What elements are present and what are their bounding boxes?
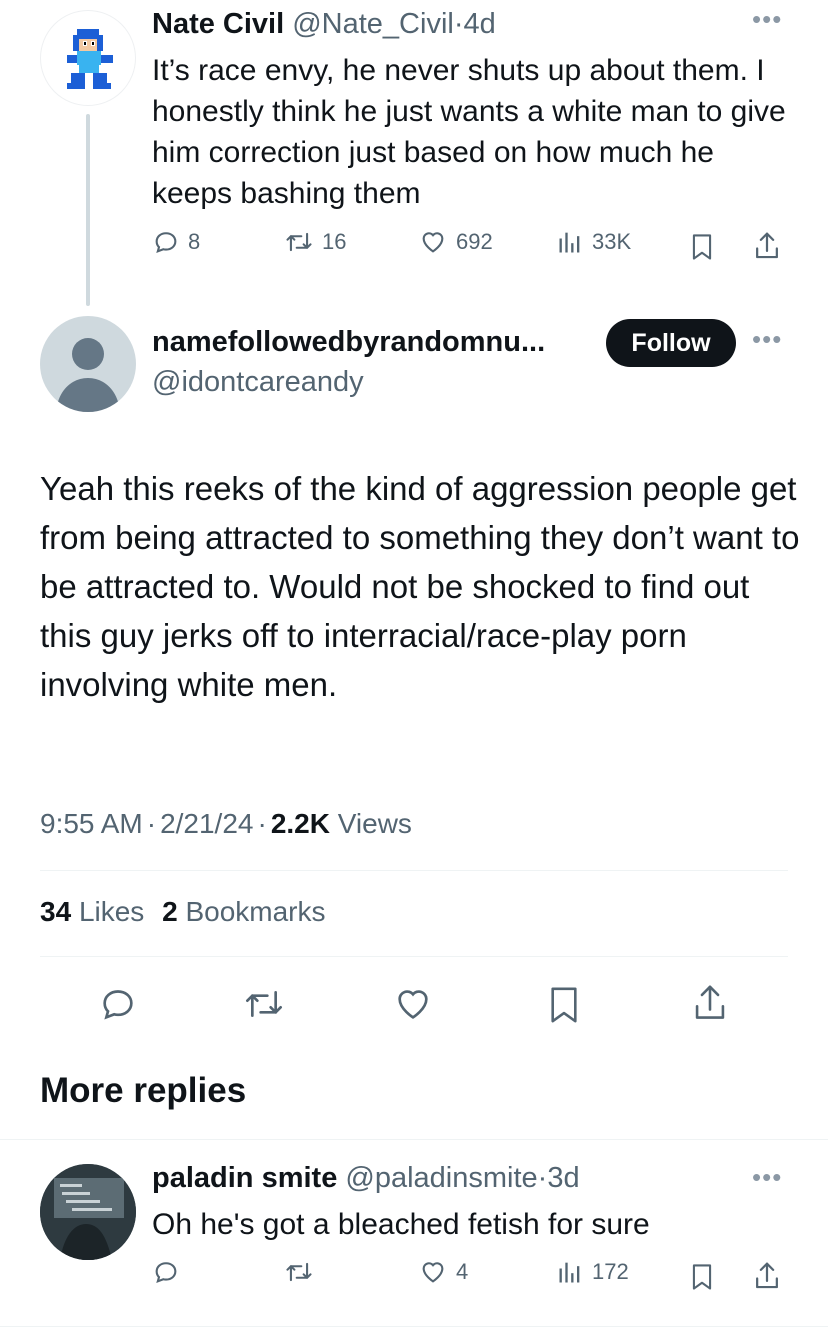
like-count: 692 [456, 229, 493, 254]
separator: · [146, 808, 157, 839]
timestamp[interactable]: 3d [547, 1162, 579, 1194]
bookmark-icon[interactable] [688, 1262, 716, 1292]
views-button[interactable]: 172 [556, 1258, 629, 1286]
separator: · [257, 808, 267, 839]
like-icon[interactable] [392, 984, 434, 1024]
views-count: 2.2K [270, 808, 330, 839]
main-tweet-text: Yeah this reeks of the kind of aggressio… [40, 470, 800, 703]
like-count: 4 [456, 1259, 469, 1284]
likes-label: Likes [78, 896, 145, 927]
likes-stat[interactable]: 34 Likes [40, 896, 144, 927]
share-icon[interactable] [752, 1260, 782, 1292]
engagement-stats: 34 Likes 2 Bookmarks [40, 896, 326, 928]
views-label: Views [337, 808, 412, 839]
divider [40, 956, 788, 957]
bookmarks-stat[interactable]: 2 Bookmarks [162, 896, 325, 927]
reply-icon [152, 1258, 180, 1286]
reply-icon [152, 228, 180, 256]
default-avatar-icon [56, 338, 120, 412]
avatar-nate-civil[interactable] [40, 10, 136, 106]
bookmarks-count: 2 [162, 896, 178, 927]
mega-man-avatar-icon [67, 29, 113, 89]
reply-button[interactable] [152, 1258, 188, 1286]
more-icon[interactable]: ••• [752, 6, 782, 32]
like-button[interactable]: 692 [418, 228, 493, 256]
author-name[interactable]: Nate Civil [152, 8, 284, 40]
more-replies-heading: More replies [40, 1071, 247, 1110]
share-icon[interactable] [690, 982, 730, 1024]
bookmark-icon[interactable] [688, 232, 716, 262]
reply-button[interactable]: 8 [152, 228, 200, 256]
follow-label: Follow [631, 328, 711, 357]
separator: · [537, 1162, 548, 1194]
share-icon[interactable] [752, 230, 782, 262]
repost-button[interactable] [284, 1258, 322, 1286]
repost-count: 16 [322, 229, 347, 254]
separator: · [453, 8, 464, 40]
main-author-name[interactable]: namefollowedbyrandomnu... [152, 326, 545, 359]
reply-header: paladin smite @paladinsmite·3d [152, 1162, 580, 1195]
tweet-time[interactable]: 9:55 AM [40, 808, 143, 839]
repost-icon [284, 1258, 314, 1286]
views-button[interactable]: 33K [556, 228, 631, 256]
parent-reply-header: Nate Civil @Nate_Civil·4d [152, 8, 496, 41]
paladin-avatar-icon [40, 1164, 136, 1260]
bookmark-icon[interactable] [544, 984, 584, 1026]
avatar-paladin-smite[interactable] [40, 1164, 136, 1260]
tweet-meta: 9:55 AM · 2/21/24 · 2.2K Views [40, 808, 412, 840]
reply-text: Oh he's got a bleached fetish for sure [152, 1208, 650, 1241]
divider [0, 1326, 828, 1327]
divider [40, 870, 788, 871]
parent-reply-actions: 8 16 692 33K [152, 228, 788, 268]
views-count: 172 [592, 1259, 629, 1284]
bookmarks-label: Bookmarks [185, 896, 326, 927]
views-icon [556, 228, 584, 256]
tweet-date[interactable]: 2/21/24 [160, 808, 253, 839]
repost-icon [284, 228, 314, 256]
timestamp[interactable]: 4d [464, 8, 496, 40]
more-icon[interactable]: ••• [752, 1164, 782, 1190]
author-name[interactable]: paladin smite [152, 1162, 337, 1194]
thread-line [86, 114, 90, 306]
author-handle[interactable]: @Nate_Civil [292, 8, 454, 40]
author-handle[interactable]: @paladinsmite [345, 1162, 537, 1194]
views-count: 33K [592, 229, 632, 254]
divider [0, 1139, 828, 1140]
repost-button[interactable]: 16 [284, 228, 346, 256]
views-icon [556, 1258, 584, 1286]
like-button[interactable]: 4 [418, 1258, 468, 1286]
reply-actions: 4 172 [152, 1258, 788, 1298]
reply-count: 8 [188, 229, 201, 254]
like-icon [418, 228, 448, 256]
likes-count: 34 [40, 896, 72, 927]
repost-icon[interactable] [242, 984, 286, 1024]
main-tweet-actions [40, 982, 788, 1026]
reply-icon[interactable] [98, 984, 138, 1024]
like-icon [418, 1258, 448, 1286]
avatar-default[interactable] [40, 316, 136, 412]
more-icon[interactable]: ••• [752, 326, 782, 352]
parent-reply-text: It’s race envy, he never shuts up about … [152, 54, 786, 210]
follow-button[interactable]: Follow [606, 319, 736, 367]
main-author-handle[interactable]: @idontcareandy [152, 366, 364, 399]
